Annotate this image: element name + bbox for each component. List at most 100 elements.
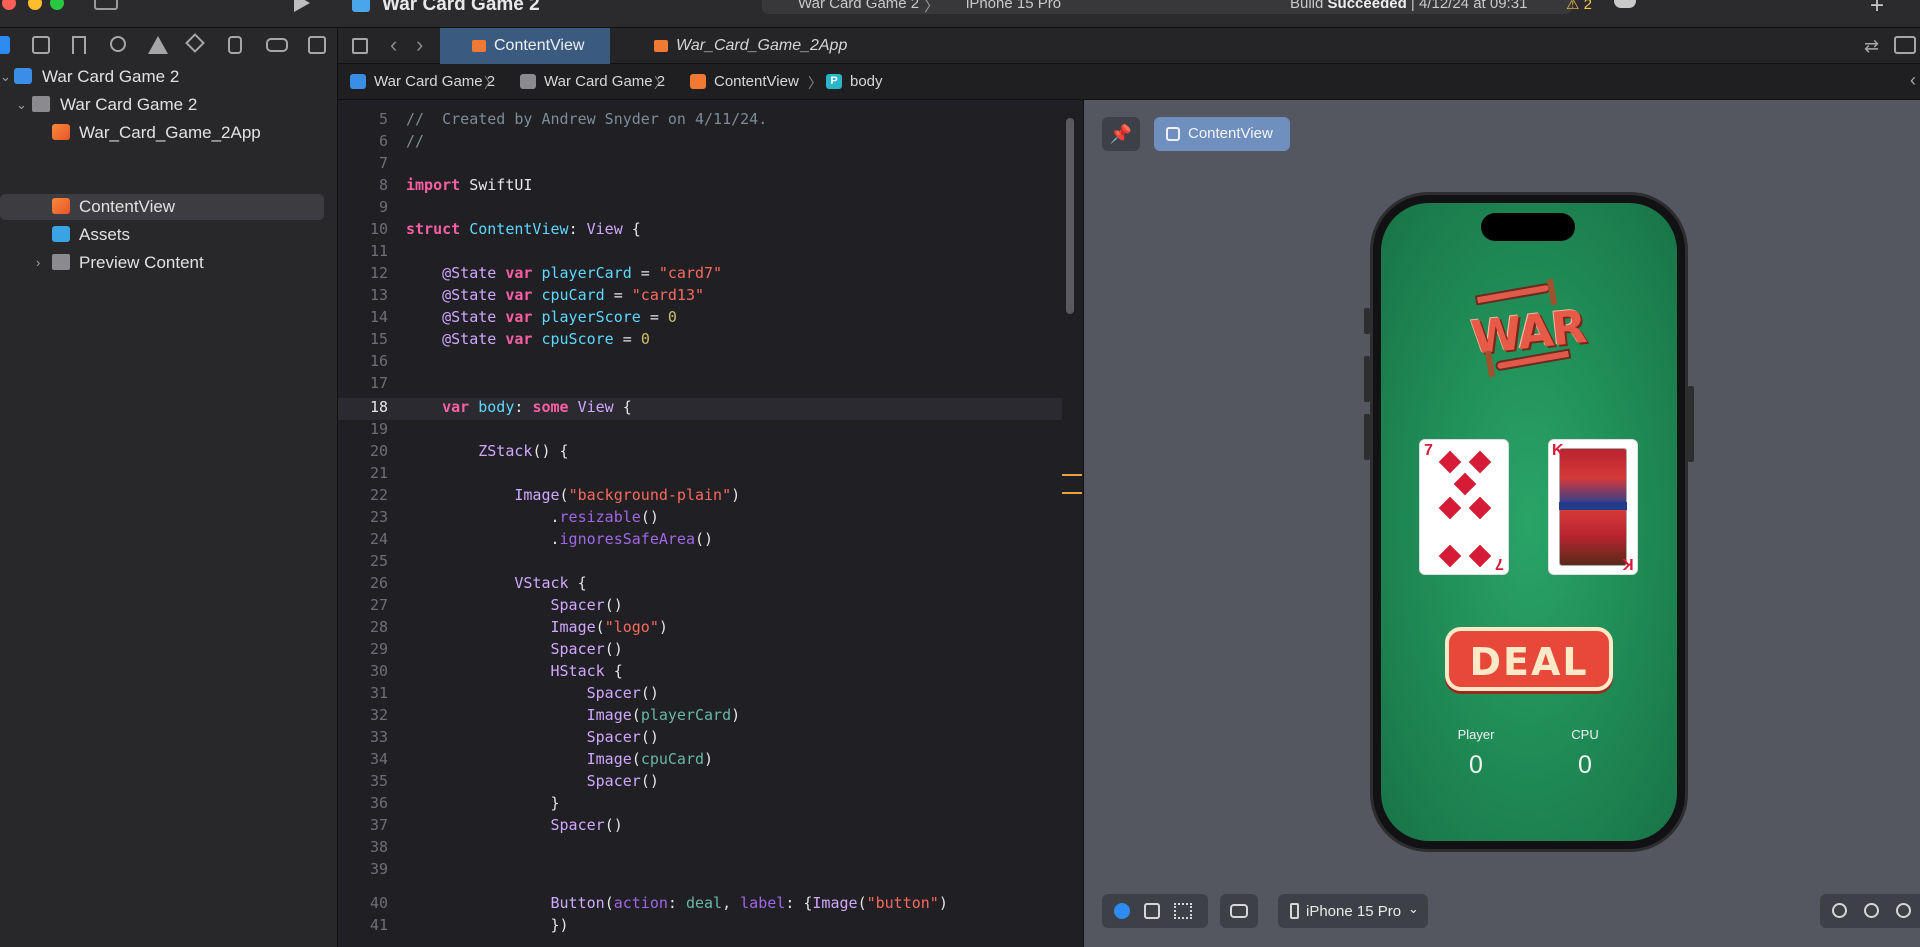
close-window-button[interactable]	[2, 0, 16, 10]
scheme-selector[interactable]: War Card Game 2	[798, 0, 919, 12]
code-line[interactable]: 27 Spacer()	[338, 596, 1062, 618]
sidebar-toggle-icon[interactable]	[94, 0, 118, 10]
cloud-icon[interactable]	[1614, 0, 1636, 8]
code-line[interactable]: 31 Spacer()	[338, 684, 1062, 706]
code-line[interactable]: 5// Created by Andrew Snyder on 4/11/24.	[338, 110, 1062, 132]
line-number: 40	[369, 894, 388, 912]
king-sash	[1559, 502, 1627, 510]
code-line[interactable]: 7	[338, 154, 1062, 176]
code-line[interactable]: 13 @State var cpuCard = "card13"	[338, 286, 1062, 308]
folder-icon[interactable]	[0, 36, 10, 54]
code-line[interactable]: 20 ZStack() {	[338, 442, 1062, 464]
search-icon[interactable]	[110, 36, 126, 52]
code-line[interactable]: 29 Spacer()	[338, 640, 1062, 662]
canvas-settings-button[interactable]	[1220, 894, 1258, 928]
tab-contentview[interactable]: ContentView	[440, 28, 610, 64]
code-line[interactable]: 38	[338, 838, 1062, 860]
code-line[interactable]: 6//	[338, 132, 1062, 154]
app-screen[interactable]: WAR 7 7 K K DEAL Player CPU 0 0	[1381, 203, 1677, 841]
chevron-down-icon[interactable]: ⌄	[0, 69, 11, 85]
breadcrumb-file[interactable]: ContentView	[714, 73, 799, 90]
pin-icon[interactable]: 📌	[1102, 117, 1140, 151]
run-button[interactable]	[294, 0, 310, 12]
code-line[interactable]: 15 @State var cpuScore = 0	[338, 330, 1062, 352]
code-line[interactable]: 21	[338, 464, 1062, 486]
preview-selector[interactable]: ContentView	[1154, 117, 1290, 151]
tree-item-app-file[interactable]: War_Card_Game_2App	[0, 120, 338, 146]
code-editor[interactable]: 5// Created by Andrew Snyder on 4/11/24.…	[338, 100, 1082, 947]
code-line[interactable]: 41 })	[338, 916, 1062, 938]
code-line[interactable]: 40 Button(action: deal, label: {Image("b…	[338, 894, 1062, 916]
debug-icon[interactable]	[228, 36, 242, 54]
code-line[interactable]: 35 Spacer()	[338, 772, 1062, 794]
player-card: 7 7	[1419, 439, 1509, 575]
code-line[interactable]: 33 Spacer()	[338, 728, 1062, 750]
selectable-mode-icon[interactable]	[1144, 903, 1160, 919]
collapse-chevron-icon[interactable]: ‹	[1910, 70, 1916, 91]
code-line[interactable]: 10 struct ContentView: View {	[338, 220, 1062, 242]
preview-device-selector[interactable]: iPhone 15 Pro ⌄	[1278, 894, 1428, 928]
code-line[interactable]: 36 }	[338, 794, 1062, 816]
minimize-window-button[interactable]	[28, 0, 42, 10]
add-button[interactable]: +	[1870, 0, 1884, 20]
zoom-in-icon[interactable]	[1864, 903, 1879, 918]
code-line[interactable]: 18 var body: some View {	[338, 398, 1062, 420]
zoom-window-button[interactable]	[50, 0, 64, 10]
tab-label: War_Card_Game_2App	[676, 37, 848, 54]
code-line[interactable]: 23 .resizable()	[338, 508, 1062, 530]
tree-item-contentview[interactable]: ContentView	[0, 194, 338, 220]
chevron-down-icon[interactable]: ⌄	[16, 97, 27, 113]
forward-chevron-icon[interactable]: ›	[416, 32, 423, 58]
swift-file-icon	[52, 124, 70, 140]
code-line[interactable]: 17	[338, 374, 1062, 396]
related-items-icon[interactable]	[352, 38, 368, 54]
source-control-icon[interactable]	[32, 36, 50, 54]
breadcrumb-symbol[interactable]: body	[850, 73, 883, 90]
code-line[interactable]: 34 Image(cpuCard)	[338, 750, 1062, 772]
inspector-toggle-icon[interactable]	[1894, 36, 1916, 54]
run-destination-selector[interactable]: iPhone 15 Pro	[966, 0, 1061, 12]
warning-count-badge[interactable]: ⚠ 2	[1566, 0, 1592, 13]
tree-item-label: War_Card_Game_2App	[79, 123, 261, 142]
code-line[interactable]: 26 VStack {	[338, 574, 1062, 596]
breakpoint-icon[interactable]	[266, 38, 288, 52]
code-line[interactable]: 25	[338, 552, 1062, 574]
tree-item-assets[interactable]: Assets	[0, 222, 338, 248]
test-diamond-icon[interactable]	[185, 33, 205, 53]
code-line[interactable]: 37 Spacer()	[338, 816, 1062, 838]
tab-app-file[interactable]: War_Card_Game_2App	[628, 28, 848, 64]
code-line[interactable]: 16	[338, 352, 1062, 374]
zoom-out-icon[interactable]	[1832, 903, 1847, 918]
card-rank: 7	[1424, 442, 1433, 459]
code-line[interactable]: 12 @State var playerCard = "card7"	[338, 264, 1062, 286]
live-preview-icon[interactable]	[1114, 903, 1130, 919]
split-editor-icon[interactable]: ⇄	[1864, 36, 1879, 57]
code-line[interactable]: 14 @State var playerScore = 0	[338, 308, 1062, 330]
back-chevron-icon[interactable]: ‹	[390, 32, 397, 58]
report-icon[interactable]	[308, 36, 326, 54]
code-line[interactable]: 8 import SwiftUI	[338, 176, 1062, 198]
code-line[interactable]: 9	[338, 198, 1062, 220]
warning-icon[interactable]	[148, 36, 168, 54]
line-number: 17	[369, 374, 388, 392]
sword-icon	[1474, 282, 1552, 306]
editor-scrollbar[interactable]	[1066, 118, 1074, 314]
tree-item-project[interactable]: ⌄ War Card Game 2	[0, 64, 338, 90]
code-line[interactable]: 11	[338, 242, 1062, 264]
code-line[interactable]: 28 Image("logo")	[338, 618, 1062, 640]
code-line[interactable]: 30 HStack {	[338, 662, 1062, 684]
breadcrumb-project[interactable]: War Card Game 2	[374, 73, 495, 90]
breadcrumb-group[interactable]: War Card Game 2	[544, 73, 665, 90]
variants-icon[interactable]	[1174, 903, 1192, 919]
code-line[interactable]: 39	[338, 860, 1062, 882]
zoom-fit-icon[interactable]	[1896, 903, 1911, 918]
deal-button[interactable]: DEAL	[1445, 627, 1613, 691]
bookmark-icon[interactable]	[72, 36, 86, 54]
code-line[interactable]: 19	[338, 420, 1062, 442]
code-line[interactable]: 24 .ignoresSafeArea()	[338, 530, 1062, 552]
chevron-right-icon[interactable]: ›	[36, 255, 40, 270]
tree-item-group[interactable]: ⌄ War Card Game 2	[0, 92, 338, 118]
code-line[interactable]: 22 Image("background-plain")	[338, 486, 1062, 508]
code-line[interactable]: 32 Image(playerCard)	[338, 706, 1062, 728]
tree-item-preview-content[interactable]: › Preview Content	[0, 250, 338, 276]
